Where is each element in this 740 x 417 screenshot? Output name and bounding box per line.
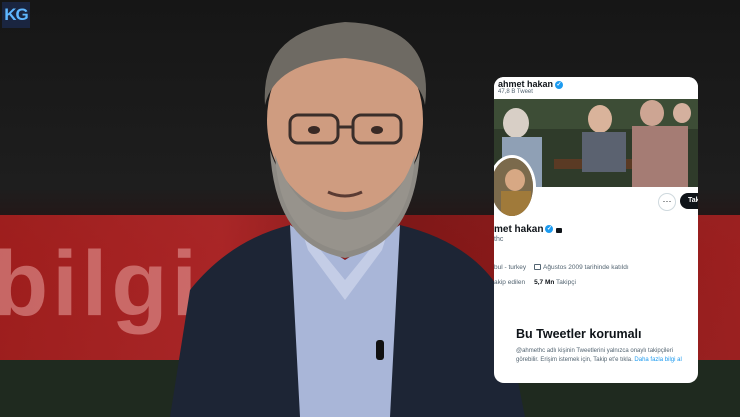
profile-joined-date: Ağustos 2009 tarihinde katıldı xyxy=(534,264,629,271)
presenter-figure xyxy=(170,22,525,417)
protected-tweets-title: Bu Tweetler korumalı xyxy=(516,327,642,341)
profile-avatar[interactable] xyxy=(494,155,536,219)
tweet-count: 47,8 B Tweet xyxy=(498,89,533,95)
learn-more-link[interactable]: Daha fazla bilgi al xyxy=(634,357,681,363)
profile-handle: thc xyxy=(494,236,504,243)
protected-tweets-message: @ahmethc adlı kişinin Tweetlerini yalnız… xyxy=(516,348,682,363)
profile-name: met hakan ✓ xyxy=(494,224,563,235)
more-options-button[interactable]: ··· xyxy=(658,193,676,211)
twitter-profile-card: ahmet hakan ✓ 47,8 B Tweet ··· Tak met h… xyxy=(494,77,698,383)
verified-badge-icon: ✓ xyxy=(555,80,564,89)
header-profile-name: ahmet hakan ✓ xyxy=(498,79,564,89)
profile-location: bul - turkey xyxy=(494,264,527,271)
followers-count[interactable]: 5,7 Mn xyxy=(534,279,554,286)
followers-label: Takipçi xyxy=(556,279,576,286)
following-link[interactable]: akip edilen xyxy=(494,279,525,286)
channel-logo: KG xyxy=(2,2,30,28)
profile-stats: akip edilen 5,7 Mn Takipçi xyxy=(494,279,576,286)
verified-badge-icon: ✓ xyxy=(545,225,554,234)
follow-button[interactable]: Tak xyxy=(680,193,698,209)
broadcast-scene: bilgi KG ahmet hakan ✓ 47,8 B Tweet ··· … xyxy=(0,0,740,417)
lock-icon xyxy=(556,228,563,233)
profile-header-bar: ahmet hakan ✓ 47,8 B Tweet xyxy=(494,77,698,99)
calendar-icon xyxy=(534,264,541,271)
